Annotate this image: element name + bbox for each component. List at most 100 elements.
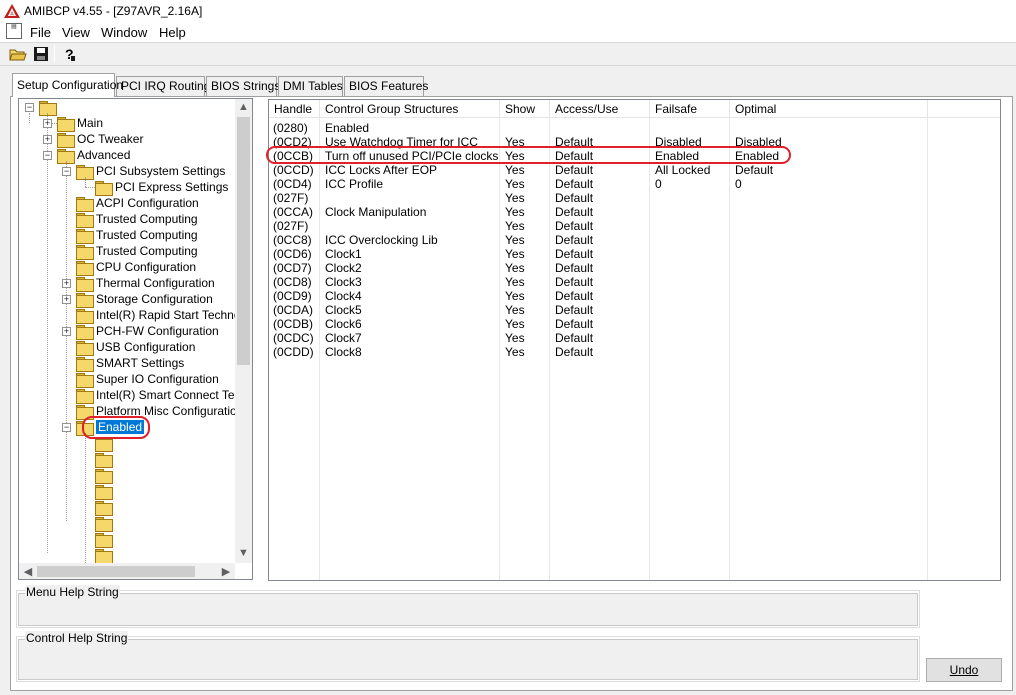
scroll-right-icon[interactable]: ▶ (219, 565, 233, 578)
tree-expander[interactable]: + (43, 135, 52, 144)
menu-window[interactable]: Window (101, 25, 147, 40)
cell-control-group: Turn off unused PCI/PCIe clocks (325, 149, 499, 163)
cell-control-group: ICC Overclocking Lib (325, 233, 438, 247)
help-icon[interactable]: ? (59, 45, 79, 63)
tree-expander[interactable]: + (43, 119, 52, 128)
cell-access-use: Default (555, 317, 594, 331)
tree-expander[interactable]: − (62, 167, 71, 176)
tree-item-storage-configuration[interactable]: Storage Configuration (76, 291, 213, 308)
tree-item-label: Main (77, 116, 104, 130)
tree-item-trusted-computing[interactable]: Trusted Computing (76, 243, 198, 260)
tab-bios-strings[interactable]: BIOS Strings (206, 76, 280, 96)
tree-item-child[interactable] (95, 435, 115, 452)
tree-item-child[interactable] (95, 451, 115, 468)
tree-item-pci-express-settings[interactable]: PCI Express Settings (95, 179, 228, 196)
tree-item-usb-configuration[interactable]: USB Configuration (76, 339, 195, 356)
control-list[interactable]: Handle Control Group Structures Show Acc… (268, 99, 1001, 581)
table-row[interactable]: (0CCA) Clock Manipulation Yes Default (269, 205, 1000, 219)
tree-item-thermal-configuration[interactable]: Thermal Configuration (76, 275, 215, 292)
table-row[interactable]: (0CD2) Use Watchdog Timer for ICC Yes Defau… (269, 135, 1000, 149)
cell-access-use: Default (555, 205, 594, 219)
table-row[interactable]: (0CD6) Clock1 Yes Default (269, 247, 1000, 261)
tab-bios-features[interactable]: BIOS Features (344, 76, 428, 96)
undo-button[interactable]: Undo (926, 658, 1002, 682)
table-row[interactable]: (0CD8) Clock3 Yes Default (269, 275, 1000, 289)
amibcp-app-icon: A (4, 4, 20, 18)
tab-pci-irq-routing[interactable]: PCI IRQ Routing (116, 76, 210, 96)
menu-view[interactable]: View (62, 25, 90, 40)
tree-item-acpi-configuration[interactable]: ACPI Configuration (76, 195, 199, 212)
menu-file[interactable]: File (30, 25, 51, 40)
control-help-label: Control Help String (25, 631, 129, 645)
window-title: AMIBCP v4.55 - [Z97AVR_2.16A] (24, 4, 203, 18)
column-header-show[interactable]: Show (500, 100, 550, 118)
tree-item-main[interactable]: Main (57, 115, 104, 132)
table-row[interactable]: (027F) Yes Default (269, 219, 1000, 233)
cell-failsafe: All Locked (655, 163, 711, 177)
table-row[interactable]: (0CDD) Clock8 Yes Default (269, 345, 1000, 359)
table-row[interactable]: (0CDA) Clock5 Yes Default (269, 303, 1000, 317)
tree-vertical-scrollbar[interactable]: ▲ ▼ (235, 99, 252, 563)
folder-icon (76, 196, 94, 212)
tree-item-intel-smart-connect[interactable]: Intel(R) Smart Connect Techr (76, 387, 251, 404)
table-row[interactable]: (0CDB) Clock6 Yes Default (269, 317, 1000, 331)
folder-icon (95, 452, 113, 468)
tree-item-advanced[interactable]: Advanced (57, 147, 130, 164)
cell-handle: (0CD9) (273, 289, 312, 303)
tree-item-child[interactable] (95, 515, 115, 532)
tree-item-child[interactable] (95, 499, 115, 516)
table-row[interactable]: (0CDC) Clock7 Yes Default (269, 331, 1000, 345)
column-header-control-group[interactable]: Control Group Structures (320, 100, 500, 118)
scroll-up-icon[interactable]: ▲ (235, 101, 252, 113)
cell-show: Yes (505, 317, 525, 331)
tab-dmi-tables[interactable]: DMI Tables (278, 76, 343, 96)
tree-item-oc-tweaker[interactable]: OC Tweaker (57, 131, 143, 148)
tree-item-child[interactable] (95, 531, 115, 548)
column-header-optimal[interactable]: Optimal (730, 100, 928, 118)
menu-help[interactable]: Help (159, 25, 186, 40)
open-folder-icon[interactable] (8, 45, 28, 63)
tree-item-enabled-selected[interactable]: Enabled (76, 419, 145, 436)
table-row[interactable]: (0CCD) ICC Locks After EOP Yes Default All L… (269, 163, 1000, 177)
tree-expander[interactable]: + (62, 279, 71, 288)
table-row[interactable]: (0CC8) ICC Overclocking Lib Yes Default (269, 233, 1000, 247)
save-disk-icon[interactable] (31, 45, 51, 63)
tree-item-super-io-configuration[interactable]: Super IO Configuration (76, 371, 219, 388)
column-header-failsafe[interactable]: Failsafe (650, 100, 730, 118)
cell-optimal: Enabled (735, 149, 780, 163)
tree-item-platform-misc-configuration[interactable]: Platform Misc Configuration (76, 403, 243, 420)
tree-expander[interactable]: − (43, 151, 52, 160)
table-row[interactable]: (0280) Enabled (269, 121, 1000, 135)
tree-item-trusted-computing[interactable]: Trusted Computing (76, 211, 198, 228)
tree-item-trusted-computing[interactable]: Trusted Computing (76, 227, 198, 244)
table-row[interactable]: (0CCB) Turn off unused PCI/PCIe clocks Yes… (269, 149, 1000, 163)
scroll-down-icon[interactable]: ▼ (235, 547, 252, 559)
tree-item-pci-subsystem-settings[interactable]: PCI Subsystem Settings (76, 163, 225, 180)
table-row[interactable]: (0CD9) Clock4 Yes Default (269, 289, 1000, 303)
tree-horizontal-scrollbar[interactable]: ◀ ▶ (19, 563, 235, 579)
setup-tree[interactable]: − + Main + OC Tweaker − Advanced − PCI S… (18, 98, 253, 580)
root-expander[interactable]: − (25, 103, 34, 112)
cell-control-group: Clock4 (325, 289, 362, 303)
table-row[interactable]: (0CD4) ICC Profile Yes Default 0 0 (269, 177, 1000, 191)
tree-item-intel-rapid-start[interactable]: Intel(R) Rapid Start Technolo (76, 307, 250, 324)
tree-item-child[interactable] (95, 467, 115, 484)
tree-item-child[interactable] (95, 547, 115, 564)
tree-expander[interactable]: + (62, 327, 71, 336)
tree-expander[interactable]: + (62, 295, 71, 304)
table-row[interactable]: (027F) Yes Default (269, 191, 1000, 205)
document-icon[interactable]: ▤ (6, 23, 22, 39)
column-header-handle[interactable]: Handle (269, 100, 320, 118)
scroll-thumb[interactable] (37, 566, 195, 577)
scroll-thumb[interactable] (237, 117, 250, 365)
scroll-left-icon[interactable]: ◀ (21, 565, 35, 578)
tree-item-cpu-configuration[interactable]: CPU Configuration (76, 259, 196, 276)
tab-setup-configuration[interactable]: Setup Configuration (12, 73, 123, 97)
tree-item-smart-settings[interactable]: SMART Settings (76, 355, 184, 372)
tree-root[interactable] (39, 99, 59, 116)
tree-expander[interactable]: − (62, 423, 71, 432)
tree-item-pch-fw-configuration[interactable]: PCH-FW Configuration (76, 323, 219, 340)
tree-item-child[interactable] (95, 483, 115, 500)
column-header-access-use[interactable]: Access/Use (550, 100, 650, 118)
table-row[interactable]: (0CD7) Clock2 Yes Default (269, 261, 1000, 275)
